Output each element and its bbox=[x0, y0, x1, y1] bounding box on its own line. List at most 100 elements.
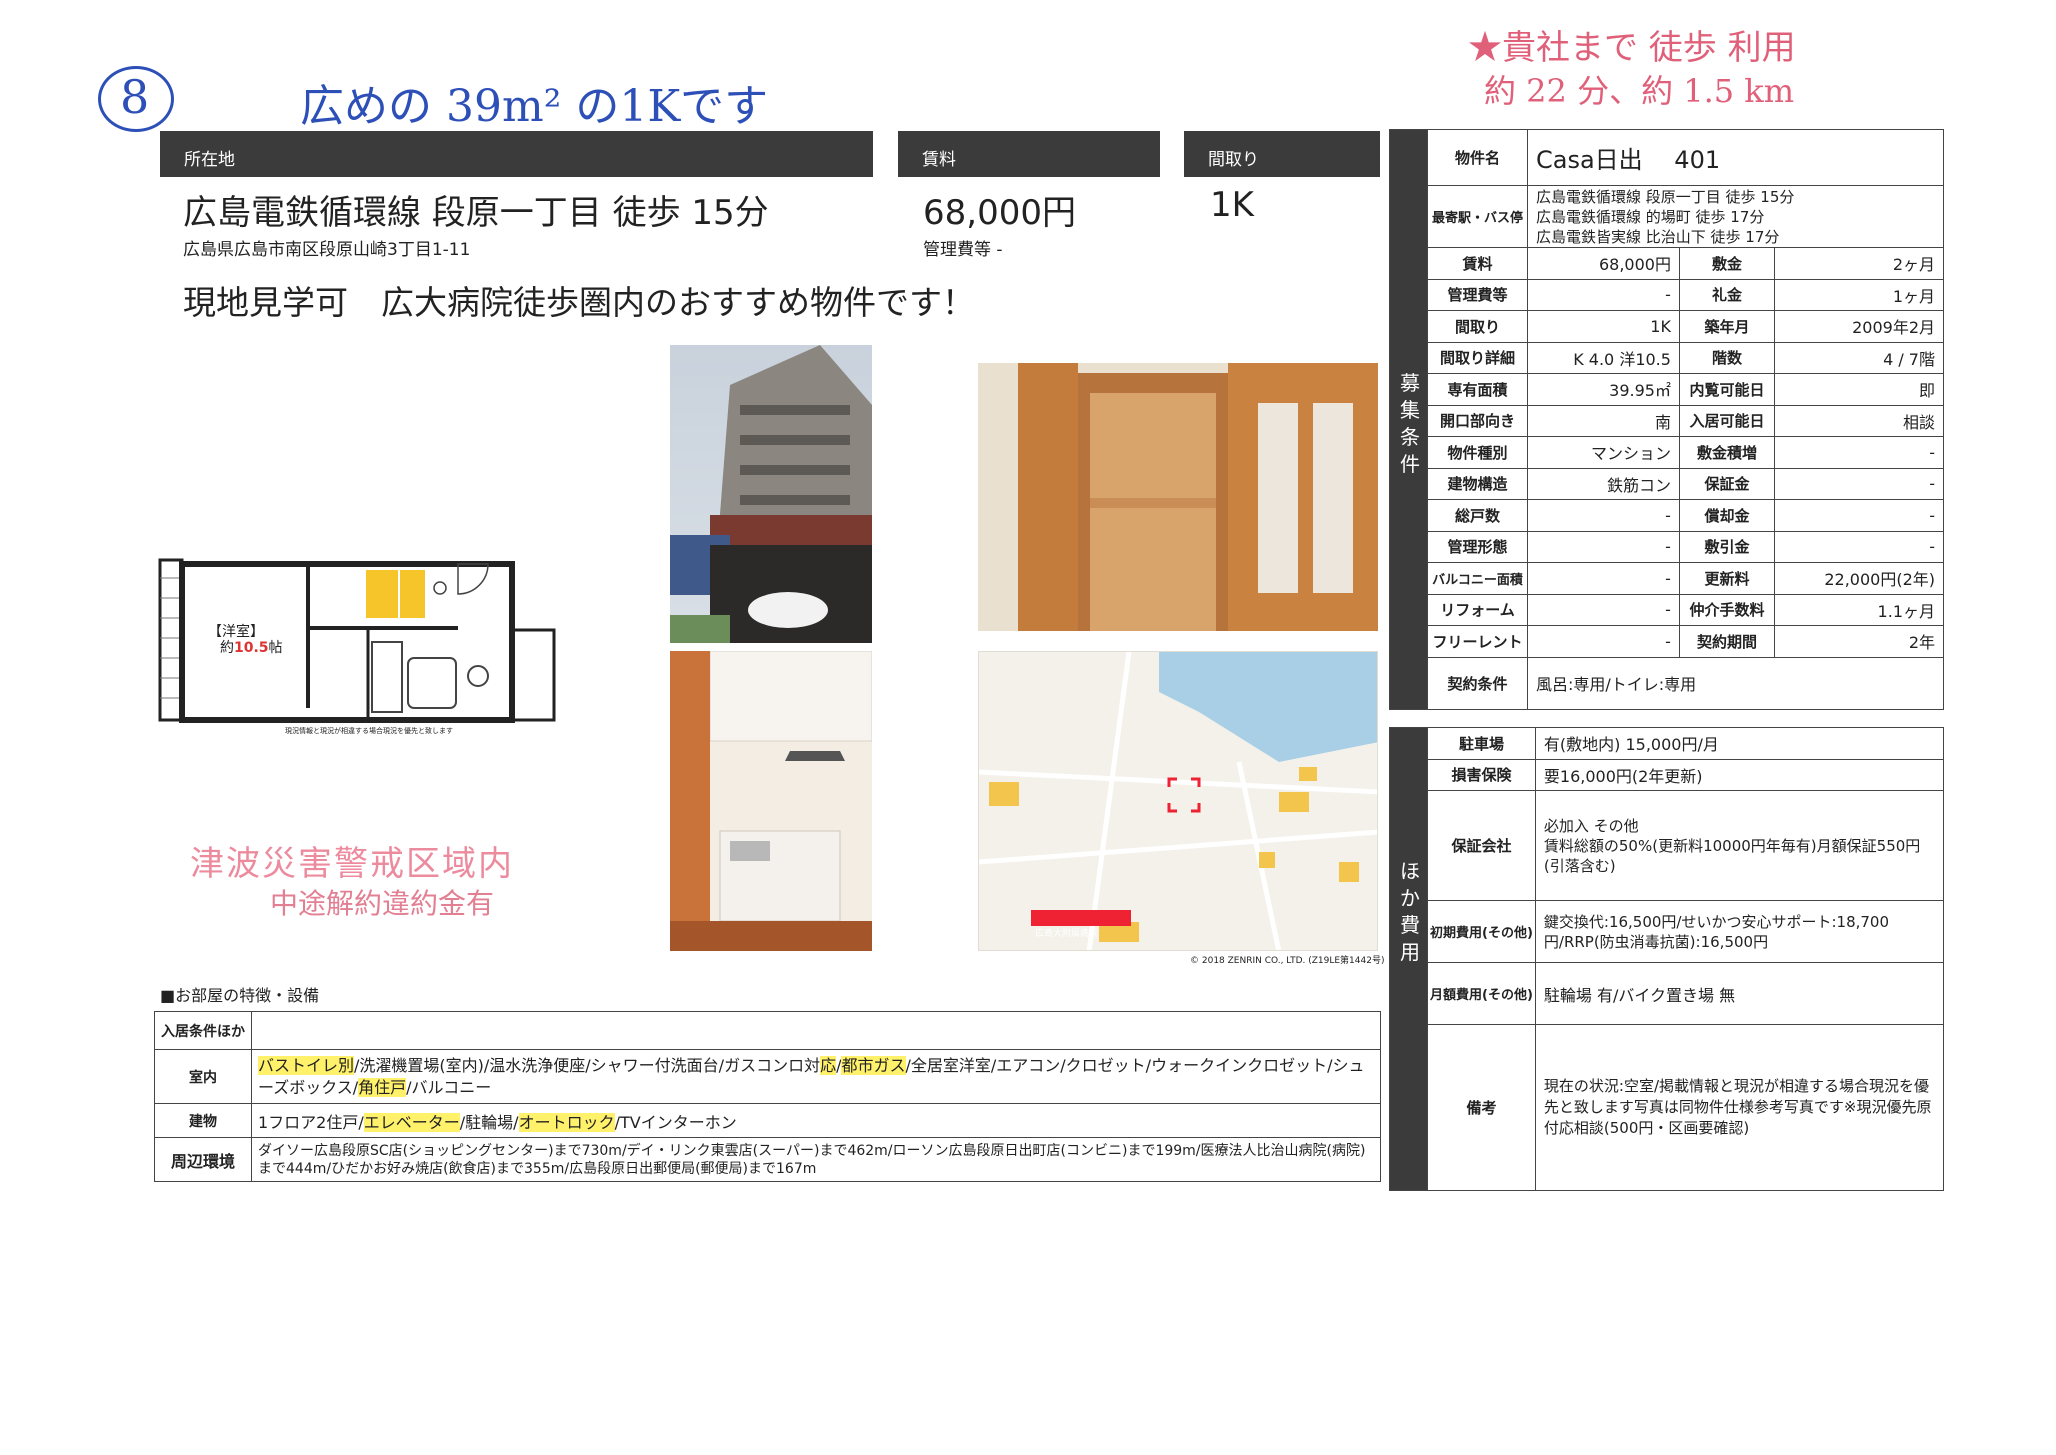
interior-value: バストイレ別/洗濯機置場(室内)/温水洗浄便座/シャワー付洗面台/ガスコンロ対応… bbox=[251, 1049, 1381, 1104]
spec-label: 建物構造 bbox=[1427, 467, 1528, 500]
station-list: 広島電鉄循環線 段原一丁目 徒歩 15分 広島電鉄循環線 的場町 徒歩 17分 … bbox=[1527, 185, 1944, 248]
building-part: 1フロア2住戸/ bbox=[258, 1112, 364, 1132]
property-name-label: 物件名 bbox=[1427, 129, 1528, 186]
main-rent: 68,000円 bbox=[923, 193, 1076, 233]
building-part: エレベーター bbox=[363, 1112, 460, 1132]
spec-label: 間取り bbox=[1427, 310, 1528, 343]
monthly-cost-label: 月額費用(その他) bbox=[1427, 962, 1536, 1025]
spec-value: 1K bbox=[1527, 310, 1680, 343]
building-part: /駐輪場/ bbox=[459, 1112, 519, 1132]
kitchen-photo bbox=[670, 651, 872, 951]
parking-label: 駐車場 bbox=[1427, 727, 1536, 760]
spec-label: 仲介手数料 bbox=[1678, 593, 1775, 626]
spec-label: 物件種別 bbox=[1427, 436, 1528, 469]
station-label: 最寄駅・バス停 bbox=[1427, 185, 1528, 248]
spec-value: 39.95㎡ bbox=[1527, 373, 1680, 406]
interior-part: バストイレ別 bbox=[258, 1055, 355, 1075]
property-name: Casa日出 401 bbox=[1527, 129, 1944, 186]
spec-label: 階数 bbox=[1678, 341, 1775, 374]
fees-table: 駐車場 有(敷地内) 15,000円/月 損害保険 要16,000円(2年更新) 保… bbox=[1389, 727, 1945, 1191]
building-label: 建物 bbox=[154, 1103, 252, 1138]
floorplan-size-value: 10.5 bbox=[234, 640, 269, 656]
station-1: 広島電鉄循環線 段原一丁目 徒歩 15分 bbox=[1536, 187, 1795, 206]
spec-value: 相談 bbox=[1773, 404, 1945, 437]
spec-value: 鉄筋コン bbox=[1527, 467, 1680, 500]
spec-label: 礼金 bbox=[1678, 278, 1775, 311]
main-address: 広島県広島市南区段原山崎3丁目1-11 bbox=[183, 240, 471, 260]
interior-label: 室内 bbox=[154, 1049, 252, 1104]
handwritten-commute-1: ★貴社まで 徒歩 利用 bbox=[1468, 28, 1796, 68]
conditions-value bbox=[251, 1011, 1381, 1050]
features-table: 入居条件ほか 室内 バストイレ別/洗濯機置場(室内)/温水洗浄便座/シャワー付洗… bbox=[154, 1011, 1381, 1182]
spec-value: - bbox=[1773, 467, 1945, 500]
contract-value: 風呂:専用/トイレ:専用 bbox=[1527, 656, 1944, 710]
initial-cost-value: 鍵交換代:16,500円/せいかつ安心サポート:18,700円/RRP(防虫消毒… bbox=[1534, 900, 1945, 963]
spec-label: 内覧可能日 bbox=[1678, 373, 1775, 406]
spec-label: 間取り詳細 bbox=[1427, 341, 1528, 374]
map-destination-label: 広島大附属病院 bbox=[1035, 929, 1099, 939]
spec-value: 2ヶ月 bbox=[1773, 247, 1945, 280]
stamp-line-2: 中途解約違約金有 bbox=[270, 887, 495, 920]
interior-part: /洗濯機置場(室内)/温水洗浄便座/シャワー付洗面台/ガスコンロ対 bbox=[354, 1055, 821, 1075]
layout-bar: 間取り bbox=[1184, 131, 1380, 177]
monthly-cost-value: 駐輪場 有/バイク置き場 無 bbox=[1534, 962, 1945, 1025]
insurance-label: 損害保険 bbox=[1427, 758, 1536, 791]
stamp-line-1: 津波災害警戒区域内 bbox=[190, 844, 514, 884]
spec-label: 管理形態 bbox=[1427, 530, 1528, 563]
spec-value: 1ヶ月 bbox=[1773, 278, 1945, 311]
spec-value: - bbox=[1527, 562, 1680, 595]
spec-label: 賃料 bbox=[1427, 247, 1528, 280]
spec-table: 物件名 Casa日出 401 最寄駅・バス停 広島電鉄循環線 段原一丁目 徒歩 … bbox=[1389, 129, 1945, 710]
floorplan-note: 現況情報と現況が相違する場合現況を優先と致します bbox=[285, 727, 453, 735]
spec-value: - bbox=[1773, 499, 1945, 532]
area-map bbox=[978, 651, 1378, 951]
spec-value: - bbox=[1773, 530, 1945, 563]
building-part: /TVインターホン bbox=[614, 1112, 737, 1132]
parking-value: 有(敷地内) 15,000円/月 bbox=[1534, 727, 1945, 760]
surroundings-value: ダイソー広島段原SC店(ショッピングセンター)まで730m/デイ・リンク東雲店(… bbox=[251, 1137, 1381, 1182]
spec-label: 専有面積 bbox=[1427, 373, 1528, 406]
spec-label: 償却金 bbox=[1678, 499, 1775, 532]
spec-label: 入居可能日 bbox=[1678, 404, 1775, 437]
interior-part: 応 bbox=[820, 1055, 837, 1075]
floor-plan bbox=[158, 558, 558, 728]
interior-part: 角住戸 bbox=[358, 1077, 407, 1097]
spec-value: 68,000円 bbox=[1527, 247, 1680, 280]
spec-label: 保証金 bbox=[1678, 467, 1775, 500]
conditions-label: 入居条件ほか bbox=[154, 1011, 252, 1050]
spec-label: 開口部向き bbox=[1427, 404, 1528, 437]
main-station: 広島電鉄循環線 段原一丁目 徒歩 15分 bbox=[183, 193, 769, 233]
guarantor-label: 保証会社 bbox=[1427, 790, 1536, 901]
spec-value: - bbox=[1527, 499, 1680, 532]
floorplan-size-prefix: 約 bbox=[220, 640, 234, 656]
spec-label: 敷金積増 bbox=[1678, 436, 1775, 469]
spec-value: 1.1ヶ月 bbox=[1773, 593, 1945, 626]
handwritten-commute-2: 約 22 分、約 1.5 km bbox=[1484, 72, 1795, 110]
spec-label: 敷金 bbox=[1678, 247, 1775, 280]
spec-value: - bbox=[1773, 436, 1945, 469]
location-bar: 所在地 bbox=[160, 131, 873, 177]
building-part: オートロック bbox=[518, 1112, 615, 1132]
handwritten-number: 8 bbox=[120, 70, 150, 124]
features-title: ■お部屋の特徴・設備 bbox=[160, 986, 320, 1005]
spec-value: 南 bbox=[1527, 404, 1680, 437]
floorplan-room-size: 約10.5帖 bbox=[220, 637, 283, 657]
spec-value: マンション bbox=[1527, 436, 1680, 469]
guarantor-value: 必加入 その他 賃料総額の50%(更新料10000円年毎有)月額保証550円(引… bbox=[1534, 790, 1945, 901]
contract-label: 契約条件 bbox=[1427, 656, 1528, 710]
spec-label: リフォーム bbox=[1427, 593, 1528, 626]
floorplan-size-suffix: 帖 bbox=[268, 640, 283, 656]
spec-value: - bbox=[1527, 593, 1680, 626]
surroundings-label: 周辺環境 bbox=[154, 1137, 252, 1182]
station-2: 広島電鉄循環線 的場町 徒歩 17分 bbox=[1536, 207, 1765, 226]
spec-value: - bbox=[1527, 625, 1680, 658]
catch-copy: 現地見学可 広大病院徒歩圏内のおすすめ物件です！ bbox=[183, 283, 975, 322]
building-photo bbox=[670, 345, 872, 643]
spec-label: 更新料 bbox=[1678, 562, 1775, 595]
spec-value: K 4.0 洋10.5 bbox=[1527, 341, 1680, 374]
initial-cost-label: 初期費用(その他) bbox=[1427, 900, 1536, 963]
main-layout: 1K bbox=[1210, 185, 1254, 225]
remarks-value: 現在の状況:空室/掲載情報と現況が相違する場合現況を優先と致します写真は同物件仕… bbox=[1534, 1024, 1945, 1191]
spec-value: - bbox=[1527, 530, 1680, 563]
map-copyright: © 2018 ZENRIN CO., LTD. (Z19LE第1442号) bbox=[1190, 956, 1385, 966]
